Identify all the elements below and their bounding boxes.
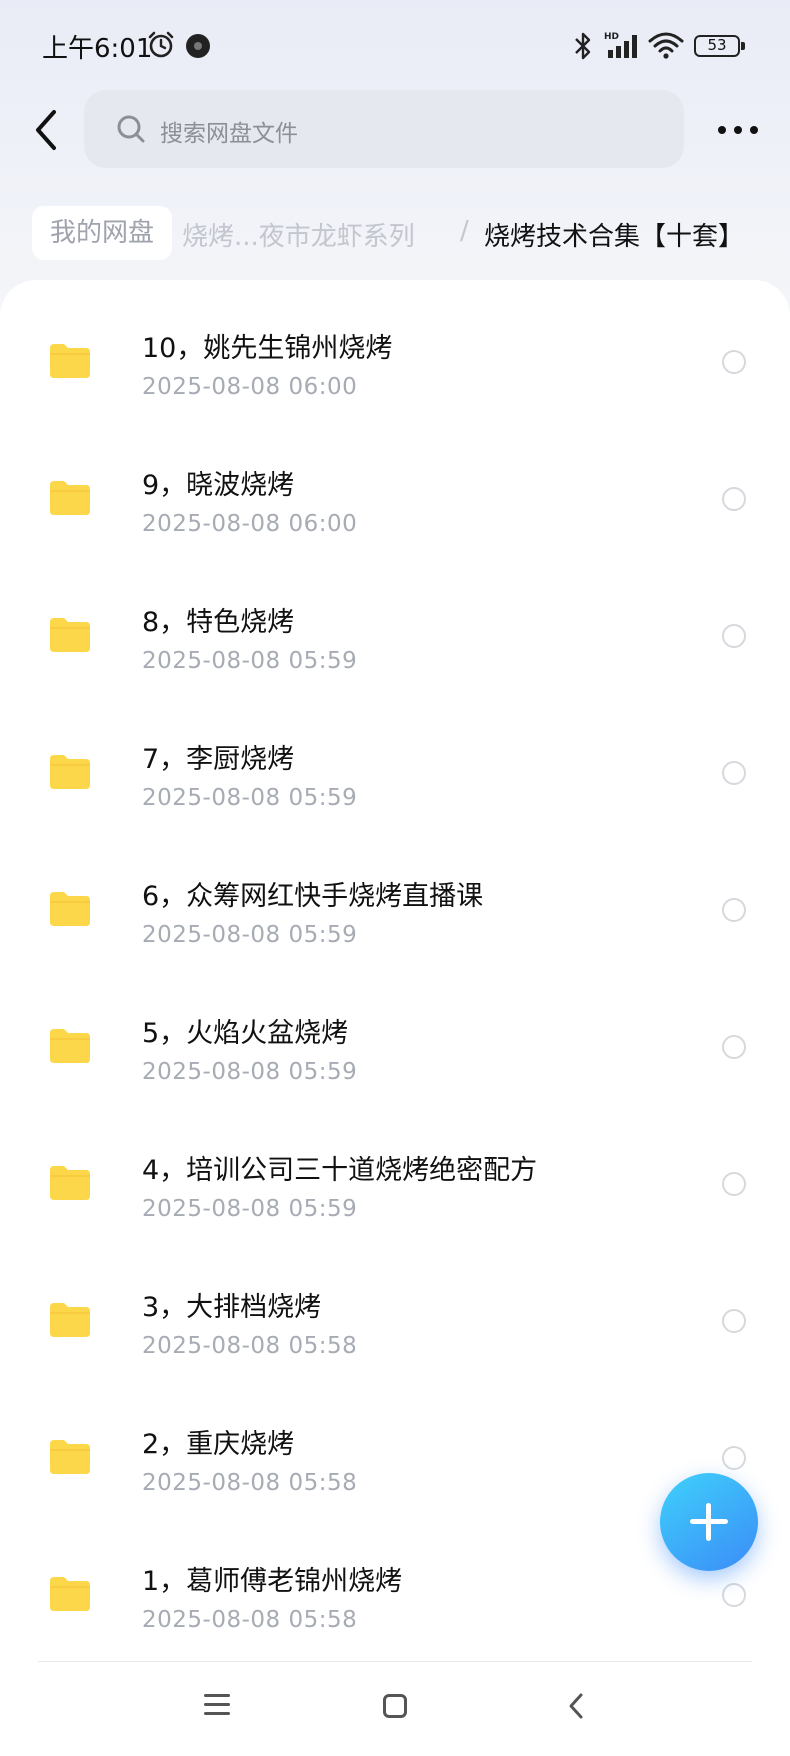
file-name: 9，晓波烧烤	[142, 470, 295, 501]
svg-text:HD: HD	[604, 32, 619, 42]
folder-icon	[50, 1577, 90, 1611]
breadcrumb: 烧烤...夜市龙虾系列 我的网盘 / 烧烤技术合集【十套】	[0, 204, 790, 264]
plus-icon	[706, 1503, 711, 1541]
list-item[interactable]: 9，晓波烧烤 2025-08-08 06:00	[0, 417, 790, 554]
select-radio[interactable]	[722, 898, 746, 922]
list-item[interactable]: 3，大排档烧烤 2025-08-08 05:58	[0, 1239, 790, 1376]
file-name: 3，大排档烧烤	[142, 1292, 322, 1323]
list-item[interactable]: 10，姚先生锦州烧烤 2025-08-08 06:00	[0, 280, 790, 417]
folder-icon	[50, 892, 90, 926]
search-input[interactable]: 搜索网盘文件	[84, 90, 684, 168]
file-name: 1，葛师傅老锦州烧烤	[142, 1566, 403, 1597]
select-radio[interactable]	[722, 761, 746, 785]
select-radio[interactable]	[722, 350, 746, 374]
folder-icon	[50, 755, 90, 789]
select-radio[interactable]	[722, 1583, 746, 1607]
breadcrumb-root[interactable]: 我的网盘	[32, 206, 173, 260]
file-name: 4，培训公司三十道烧烤绝密配方	[142, 1155, 538, 1186]
file-date: 2025-08-08 05:58	[142, 1470, 358, 1496]
breadcrumb-current: 烧烤技术合集【十套】	[484, 222, 745, 252]
folder-icon	[50, 1166, 90, 1200]
file-date: 2025-08-08 06:00	[142, 511, 358, 537]
app-notification-icon	[186, 34, 210, 58]
status-bar: 上午6:01 HD 53	[0, 0, 790, 90]
breadcrumb-middle[interactable]: 烧烤...夜市龙虾系列	[182, 216, 415, 253]
file-date: 2025-08-08 05:59	[142, 1059, 358, 1085]
file-date: 2025-08-08 05:59	[142, 648, 358, 674]
file-date: 2025-08-08 06:00	[142, 374, 358, 400]
folder-icon	[50, 1440, 90, 1474]
back-button[interactable]	[26, 104, 66, 156]
file-name: 5，火焰火盆烧烤	[142, 1018, 349, 1049]
select-radio[interactable]	[722, 1446, 746, 1470]
folder-icon	[50, 618, 90, 652]
file-name: 10，姚先生锦州烧烤	[142, 333, 393, 364]
add-button[interactable]	[660, 1473, 758, 1571]
file-date: 2025-08-08 05:59	[142, 785, 358, 811]
nav-back-icon[interactable]	[566, 1692, 586, 1720]
select-radio[interactable]	[722, 1172, 746, 1196]
list-item[interactable]: 6，众筹网红快手烧烤直播课 2025-08-08 05:59	[0, 828, 790, 965]
list-item[interactable]: 5，火焰火盆烧烤 2025-08-08 05:59	[0, 965, 790, 1102]
file-name: 7，李厨烧烤	[142, 744, 295, 775]
file-date: 2025-08-08 05:59	[142, 922, 358, 948]
select-radio[interactable]	[722, 487, 746, 511]
file-date: 2025-08-08 05:58	[142, 1333, 358, 1359]
select-radio[interactable]	[722, 1035, 746, 1059]
folder-icon	[50, 481, 90, 515]
bluetooth-icon	[575, 32, 591, 60]
list-item[interactable]: 4，培训公司三十道烧烤绝密配方 2025-08-08 05:59	[0, 1102, 790, 1239]
nav-menu-icon[interactable]	[204, 1694, 230, 1716]
nav-home-icon[interactable]	[383, 1694, 407, 1718]
search-icon	[117, 115, 145, 143]
folder-icon	[50, 1303, 90, 1337]
select-radio[interactable]	[722, 1309, 746, 1333]
file-name: 8，特色烧烤	[142, 607, 295, 638]
folder-icon	[50, 344, 90, 378]
list-item[interactable]: 7，李厨烧烤 2025-08-08 05:59	[0, 691, 790, 828]
breadcrumb-separator: /	[460, 216, 469, 246]
alarm-icon	[148, 31, 174, 58]
more-options-button[interactable]	[714, 110, 762, 150]
select-radio[interactable]	[722, 624, 746, 648]
file-date: 2025-08-08 05:58	[142, 1607, 358, 1633]
folder-icon	[50, 1029, 90, 1063]
status-time: 上午6:01	[42, 34, 153, 64]
file-name: 6，众筹网红快手烧烤直播课	[142, 881, 484, 912]
wifi-icon	[648, 32, 684, 59]
search-placeholder: 搜索网盘文件	[160, 121, 298, 147]
battery-icon: 53	[694, 35, 745, 57]
list-item[interactable]: 8，特色烧烤 2025-08-08 05:59	[0, 554, 790, 691]
nav-divider	[38, 1661, 752, 1662]
file-name: 2，重庆烧烤	[142, 1429, 295, 1460]
file-date: 2025-08-08 05:59	[142, 1196, 358, 1222]
hd-signal-icon: HD	[604, 32, 637, 58]
